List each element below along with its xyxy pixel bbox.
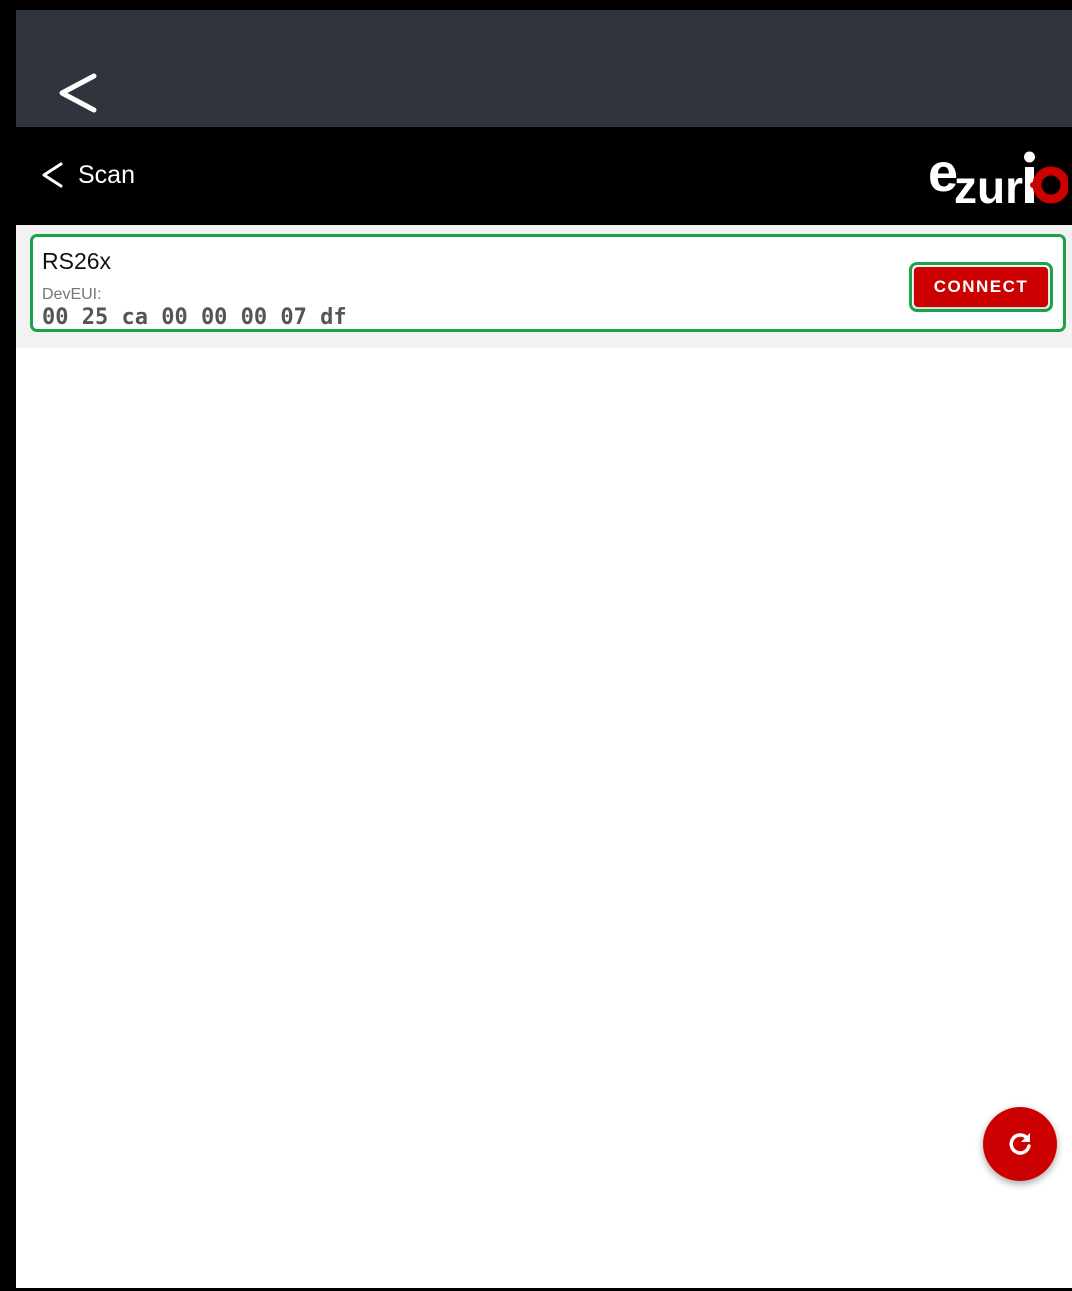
device-name: RS26x [42, 248, 112, 274]
refresh-button[interactable] [983, 1107, 1057, 1181]
refresh-icon [1009, 1133, 1031, 1155]
app-screen: Scan e zur ezurio RS26x DevEUI: 00 25 ca… [16, 10, 1072, 1288]
back-label: Scan [78, 160, 135, 189]
device-card[interactable]: RS26x DevEUI: 00 25 ca 00 00 00 07 df CO… [30, 234, 1066, 332]
system-status-bar [16, 10, 1072, 127]
chevron-left-icon [42, 162, 63, 188]
back-to-scan-button[interactable]: Scan [40, 155, 135, 195]
chevron-left-icon [59, 73, 97, 113]
logo-i-dot [1024, 151, 1035, 163]
logo-o-dot [1030, 182, 1036, 188]
logo-text-zur: zur [954, 161, 1023, 209]
connect-button[interactable]: CONNECT [914, 267, 1048, 307]
ezurio-logo: e zur ezurio [928, 145, 1068, 209]
connect-button-highlight: CONNECT [909, 262, 1053, 312]
logo-o-ring [1032, 166, 1068, 204]
system-back-button[interactable] [56, 70, 100, 116]
device-list: RS26x DevEUI: 00 25 ca 00 00 00 07 df CO… [16, 225, 1072, 348]
deveui-label: DevEUI: [42, 286, 102, 303]
app-bar: Scan e zur ezurio [16, 127, 1072, 225]
deveui-value: 00 25 ca 00 00 00 07 df [42, 305, 347, 330]
